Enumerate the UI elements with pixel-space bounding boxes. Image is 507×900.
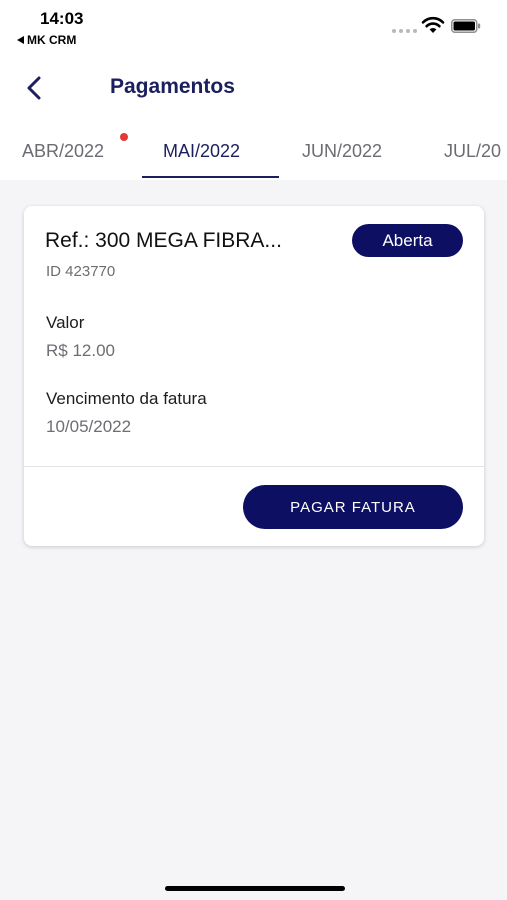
due-date-label: Vencimento da fatura — [46, 389, 207, 408]
top-bar: 14:03 MK CRM Pagamentos ABR/2022 MAI/202… — [0, 0, 507, 180]
invoice-id: ID 423770 — [46, 263, 116, 280]
wifi-icon — [421, 16, 445, 33]
tab-jun-2022[interactable]: JUN/2022 — [302, 141, 382, 162]
due-date-value: 10/05/2022 — [46, 417, 132, 436]
value-label: Valor — [46, 313, 85, 332]
page-title: Pagamentos — [110, 75, 235, 98]
back-triangle-icon — [17, 36, 24, 44]
chevron-left-icon[interactable] — [22, 74, 48, 102]
status-badge: Aberta — [352, 224, 463, 257]
tab-mai-2022[interactable]: MAI/2022 — [163, 141, 240, 162]
active-tab-indicator — [142, 176, 279, 178]
battery-icon — [451, 19, 481, 33]
pay-invoice-button[interactable]: PAGAR FATURA — [243, 485, 463, 529]
tab-jul-2022[interactable]: JUL/20 — [444, 141, 501, 162]
notification-dot — [120, 133, 128, 141]
status-time: 14:03 — [40, 9, 84, 28]
invoice-card: Ref.: 300 MEGA FIBRA... Aberta ID 423770… — [24, 206, 484, 546]
signal-dots-icon — [392, 29, 417, 33]
return-to-app-link[interactable]: MK CRM — [17, 33, 76, 47]
tab-abr-2022[interactable]: ABR/2022 — [22, 141, 104, 162]
invoice-reference: Ref.: 300 MEGA FIBRA... — [45, 229, 282, 252]
value-amount: R$ 12.00 — [46, 341, 115, 360]
card-divider — [24, 466, 484, 467]
return-app-label: MK CRM — [27, 33, 77, 47]
home-indicator[interactable] — [165, 886, 345, 891]
